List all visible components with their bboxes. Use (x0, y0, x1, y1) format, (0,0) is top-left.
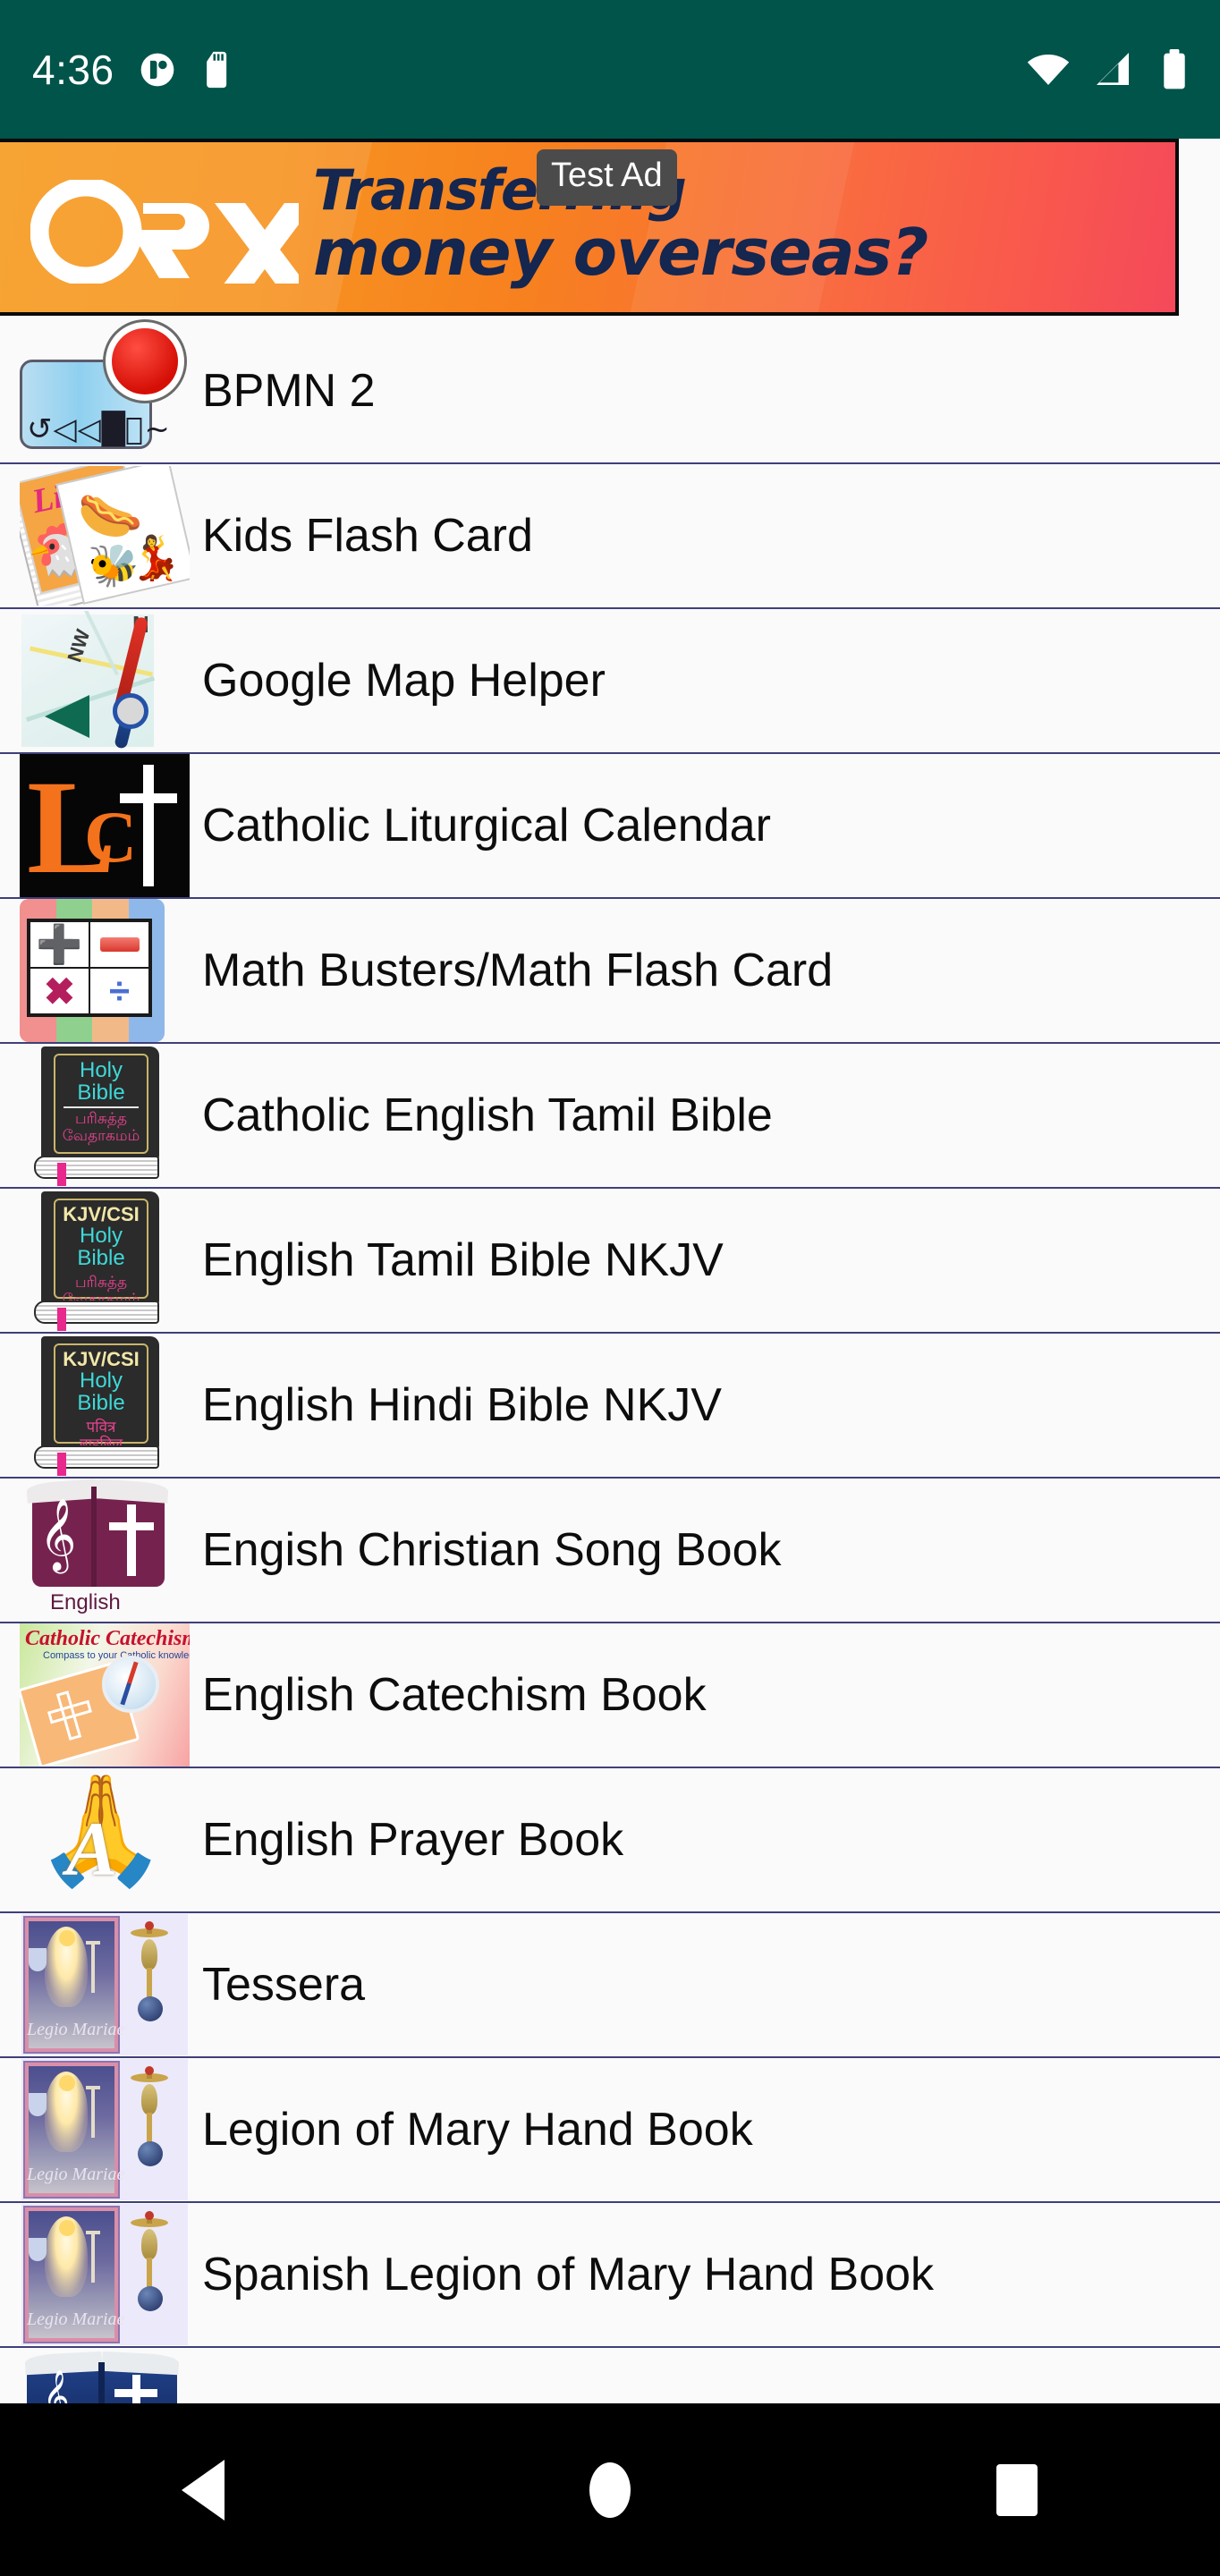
list-item[interactable]: Catholic Catechism Compass to your Catho… (0, 1623, 1220, 1768)
list-item[interactable]: Holy Bible பரிசுத்த வேதாகமம் Catholic En… (0, 1044, 1220, 1189)
list-item[interactable]: L C Catholic Liturgical Calendar (0, 754, 1220, 899)
list-item-label: Google Map Helper (202, 655, 606, 707)
status-bar-left: 4:36 (32, 49, 1025, 90)
battery-icon (1161, 48, 1188, 90)
bible-cover-kjv: KJV/CSI (63, 1203, 140, 1225)
legion-tessera-icon: Legio Mariae (20, 1913, 199, 2056)
list-item-label: English Tamil Bible NKJV (202, 1234, 724, 1286)
legion-card-name: Legio Mariae (27, 2165, 125, 2184)
list-item[interactable]: 🙏 A English Prayer Book (0, 1768, 1220, 1913)
bible-cover-native1: பரிசுத்த (74, 1274, 128, 1292)
list-item[interactable]: Legio Mariae Spanish Legion of Mary Hand… (0, 2203, 1220, 2348)
legion-card-name: Legio Mariae (27, 2020, 125, 2039)
back-triangle-icon (182, 2459, 225, 2521)
flash-cards-icon: Lito 🐔 🌭 🐝 💃 (20, 464, 199, 607)
bible-cover-kjv: KJV/CSI (63, 1348, 140, 1370)
bible-cover-bible: Bible (77, 1391, 125, 1416)
praying-hands-icon: 🙏 A (34, 1770, 168, 1892)
list-item-label: Engish Christian Song Book (202, 1524, 782, 1576)
bible-cover-holy: Holy (79, 1058, 123, 1082)
lc-cross-icon: L C (20, 754, 199, 897)
bible-cover-native1: பரிசுத்த (74, 1110, 128, 1128)
status-bar-right (1025, 48, 1188, 90)
list-item-label: English Catechism Book (202, 1669, 707, 1721)
sd-card-icon (200, 50, 236, 89)
bible-cover-bible: Bible (77, 1246, 125, 1271)
bible-cover-native1: पवित्र (86, 1419, 116, 1436)
song-book-language-label: English (50, 1590, 121, 1614)
list-item-label: BPMN 2 (202, 365, 376, 417)
list-item[interactable]: ↺◁◁█⃤~ BPMN 2 (0, 319, 1220, 464)
nav-home-button[interactable] (521, 2403, 699, 2576)
ofx-logo (30, 177, 315, 296)
holy-bible-hindi-kjv-icon: KJV/CSI Holy Bible पवित्र बाइबिल (20, 1334, 199, 1477)
recents-square-icon (995, 2463, 1038, 2516)
catechism-book-icon: Catholic Catechism Compass to your Catho… (20, 1623, 199, 1767)
home-circle-icon (589, 2462, 631, 2518)
list-item[interactable]: Legio Mariae Tessera (0, 1913, 1220, 2058)
list-item[interactable]: KJV/CSI Holy Bible पवित्र बाइबिल English… (0, 1334, 1220, 1479)
list-item-label: Catholic English Tamil Bible (202, 1089, 773, 1141)
list-item[interactable]: 𝄞 English Engish Christian Song Book (0, 1479, 1220, 1623)
list-item[interactable]: ➕ ✖ ÷ Math Busters/Math Flash Card (0, 899, 1220, 1044)
list-item-label: English Prayer Book (202, 1814, 624, 1866)
bpmn-diagram-icon: ↺◁◁█⃤~ (20, 319, 199, 462)
list-item[interactable]: Lito 🐔 🌭 🐝 💃 Kids Flash Card (0, 464, 1220, 609)
list-item[interactable]: KJV/CSI Holy Bible பரிசுத்த வேதாகமம் Eng… (0, 1189, 1220, 1334)
song-book-icon: 𝄞 English (20, 1479, 199, 1622)
bible-cover-bible: Bible (77, 1080, 125, 1106)
ad-headline-line2: money overseas? (313, 215, 928, 291)
list-item-label: Tessera (202, 1959, 366, 2011)
list-item[interactable]: 𝄞 (0, 2348, 1220, 2403)
list-item-label: Math Busters/Math Flash Card (202, 945, 834, 996)
bible-cover-holy: Holy (79, 1224, 123, 1249)
list-item-label: Spanish Legion of Mary Hand Book (202, 2249, 935, 2301)
blue-song-book-icon: 𝄞 (20, 2348, 199, 2403)
nav-back-button[interactable] (114, 2403, 292, 2576)
list-item-label: English Hindi Bible NKJV (202, 1379, 722, 1431)
holy-bible-tamil-icon: Holy Bible பரிசுத்த வேதாகமம் (20, 1044, 199, 1187)
legion-handbook-icon: Legio Mariae (20, 2058, 199, 2201)
test-ad-badge: Test Ad (537, 149, 677, 206)
math-operators-icon: ➕ ✖ ÷ (20, 899, 199, 1042)
list-item[interactable]: Legio Mariae Legion of Mary Hand Book (0, 2058, 1220, 2203)
do-not-disturb-icon (138, 50, 177, 89)
wifi-icon (1025, 50, 1072, 89)
list-item-label: Kids Flash Card (202, 510, 533, 562)
cellular-signal-icon (1095, 50, 1138, 89)
legion-handbook-spanish-icon: Legio Mariae (20, 2203, 199, 2346)
legion-card-name: Legio Mariae (27, 2309, 125, 2329)
android-navigation-bar (0, 2403, 1220, 2576)
list-item-label: Catholic Liturgical Calendar (202, 800, 771, 852)
bible-cover-holy: Holy (79, 1368, 123, 1394)
nav-recents-button[interactable] (928, 2403, 1106, 2576)
status-bar-clock: 4:36 (32, 46, 114, 93)
list-item[interactable]: NW N Google Map Helper (0, 609, 1220, 754)
list-item-label: Legion of Mary Hand Book (202, 2104, 753, 2156)
compass-map-icon: NW N (20, 609, 199, 752)
catechism-cover-title: Catholic Catechism (25, 1627, 190, 1650)
status-bar: 4:36 (0, 0, 1220, 139)
phone-screen: 4:36 Transferring money overseas? Test A… (0, 0, 1220, 2576)
app-list[interactable]: ↺◁◁█⃤~ BPMN 2 Lito 🐔 🌭 🐝 💃 Kids Flash (0, 319, 1220, 2403)
holy-bible-tamil-kjv-icon: KJV/CSI Holy Bible பரிசுத்த வேதாகமம் (20, 1189, 199, 1332)
bible-cover-native2: வேதாகமம் (62, 1127, 140, 1145)
